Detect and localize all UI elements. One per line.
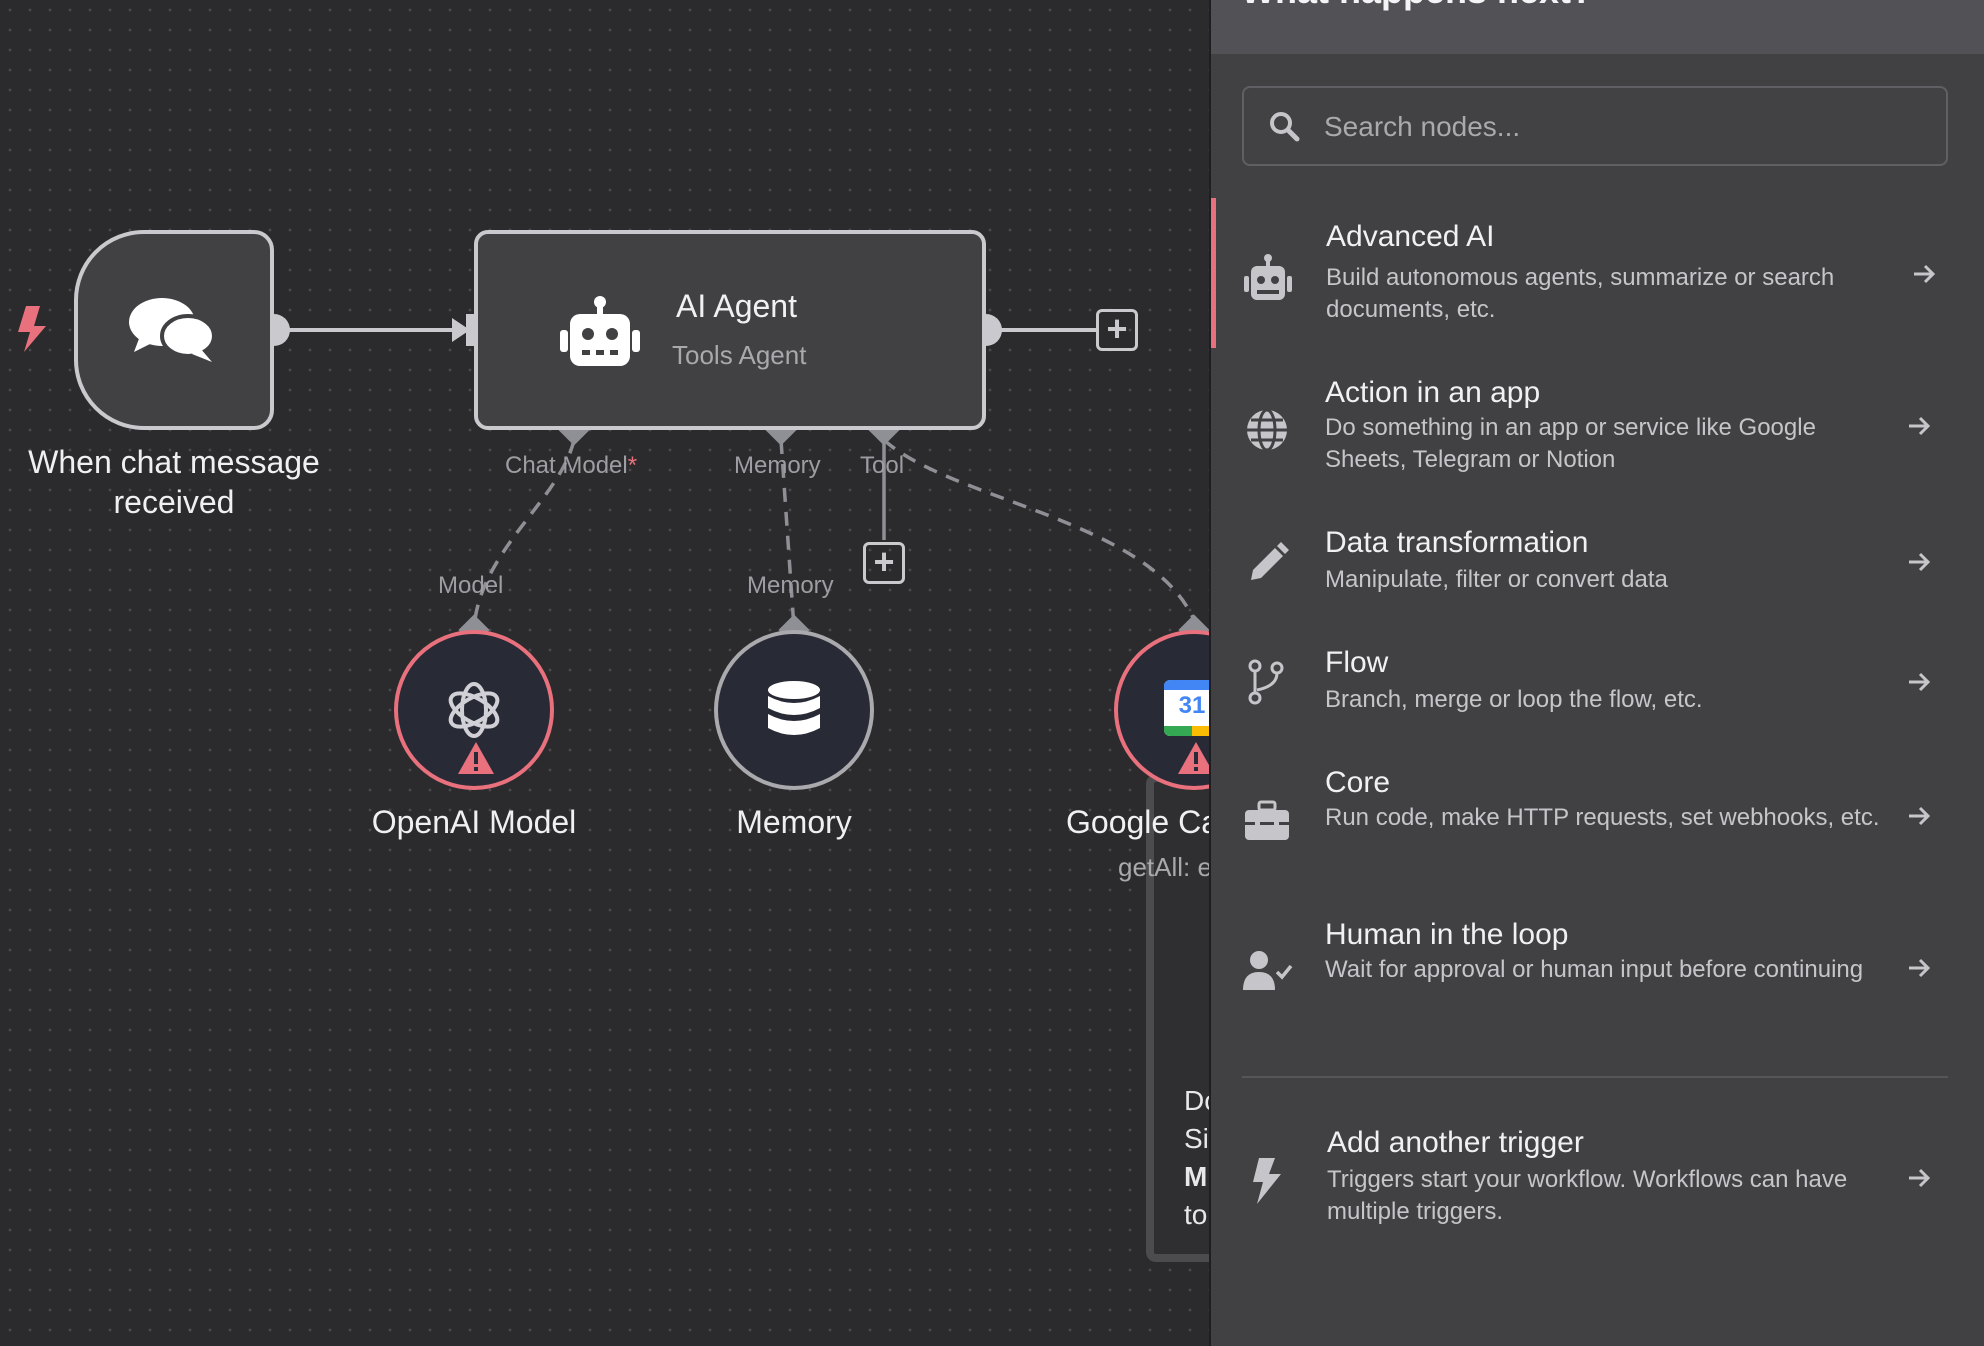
- panel-title: What happens next?: [1241, 0, 1593, 12]
- openai-icon: [448, 682, 500, 738]
- robot-icon: [560, 296, 640, 366]
- category-title: Flow: [1325, 646, 1389, 679]
- panel-divider: [1242, 1076, 1948, 1078]
- category-title: Human in the loop: [1325, 918, 1569, 951]
- branch-icon: [1248, 659, 1284, 705]
- search-icon: [1270, 112, 1300, 142]
- arrow-right-icon: [1909, 958, 1931, 978]
- arrow-right-icon: [1909, 552, 1931, 572]
- category-human-in-the-loop[interactable]: Human in the loop Wait for approval or h…: [1211, 912, 1984, 1032]
- database-icon: [768, 681, 820, 735]
- bolt-icon: [1253, 1158, 1281, 1204]
- category-title: Data transformation: [1325, 526, 1589, 559]
- memory-node[interactable]: [714, 630, 874, 790]
- category-description: Branch, merge or loop the flow, etc.: [1325, 686, 1703, 713]
- memory-port-label: Memory: [734, 452, 821, 479]
- arrow-right-icon: [1909, 672, 1931, 692]
- category-title: Core: [1325, 766, 1391, 799]
- trigger-item-description: Triggers start your workflow. Workflows …: [1327, 1166, 1848, 1225]
- chat-trigger-node[interactable]: [74, 230, 274, 430]
- warning-icon: [458, 742, 494, 774]
- arrow-right-icon: [1909, 416, 1931, 436]
- arrow-right-icon: [1914, 264, 1936, 284]
- add-another-trigger[interactable]: Add another trigger Triggers start your …: [1211, 1120, 1984, 1240]
- agent-title: AI Agent: [676, 288, 797, 324]
- google-calendar-sublabel: getAll: e: [1118, 852, 1212, 882]
- category-flow[interactable]: Flow Branch, merge or loop the flow, etc…: [1211, 640, 1984, 740]
- agent-subtitle: Tools Agent: [672, 340, 807, 370]
- category-description: Build autonomous agents, summarize or se…: [1326, 264, 1835, 323]
- memory-node-label: Memory: [736, 804, 852, 840]
- category-title: Action in an app: [1325, 376, 1541, 409]
- search-box[interactable]: [1242, 86, 1948, 166]
- robot-icon: [1244, 254, 1292, 300]
- memory-sub-port-label: Memory: [747, 572, 834, 599]
- category-core[interactable]: Core Run code, make HTTP requests, set w…: [1211, 760, 1984, 880]
- tool-port-label: Tool: [860, 452, 905, 479]
- category-action-in-app[interactable]: Action in an app Do something in an app …: [1211, 370, 1984, 490]
- model-port-label: Model: [438, 572, 504, 599]
- trigger-node-label: When chat message received: [28, 444, 320, 520]
- user-check-icon: [1243, 951, 1293, 990]
- openai-model-label: OpenAI Model: [371, 804, 577, 840]
- trigger-bolt-icon: [18, 306, 46, 352]
- chat-bubbles-icon: [129, 298, 216, 362]
- ai-agent-node[interactable]: AI Agent Tools Agent: [474, 230, 986, 430]
- arrow-right-icon: [1909, 806, 1931, 826]
- category-description: Run code, make HTTP requests, set webhoo…: [1325, 804, 1880, 831]
- pencil-icon: [1251, 542, 1289, 580]
- connection-tool: [882, 438, 1196, 621]
- chat-model-port-label: Chat Model*: [505, 452, 638, 479]
- node-creator-panel: What happens next? Advanced AI Build aut…: [1209, 0, 1984, 1346]
- search-input[interactable]: [1322, 88, 1926, 166]
- add-next-node-button[interactable]: +: [1096, 309, 1138, 351]
- category-description: Manipulate, filter or convert data: [1325, 566, 1668, 593]
- category-title: Advanced AI: [1326, 220, 1495, 253]
- google-calendar-label: Google Ca: [1066, 804, 1219, 840]
- connections-layer: [18, 306, 1210, 646]
- category-description: Wait for approval or human input before …: [1325, 956, 1864, 983]
- trigger-item-title: Add another trigger: [1327, 1126, 1584, 1159]
- add-tool-button[interactable]: +: [863, 542, 905, 584]
- category-advanced-ai[interactable]: Advanced AI Build autonomous agents, sum…: [1211, 198, 1984, 348]
- category-data-transformation[interactable]: Data transformation Manipulate, filter o…: [1211, 520, 1984, 620]
- openai-model-node[interactable]: [394, 630, 554, 790]
- toolbox-icon: [1245, 800, 1289, 840]
- workflow-canvas[interactable]: When chat message received AI Agent Tool…: [0, 0, 1274, 1346]
- arrow-right-icon: [1909, 1168, 1931, 1188]
- panel-header: What happens next?: [1211, 0, 1984, 54]
- category-description: Do something in an app or service like G…: [1325, 414, 1816, 473]
- globe-icon: [1247, 408, 1287, 452]
